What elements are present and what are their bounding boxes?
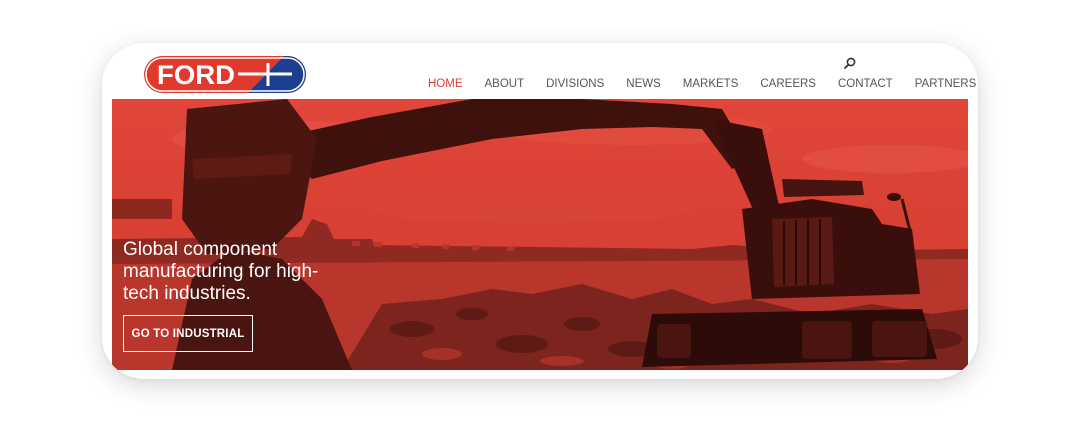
nav-home[interactable]: HOME: [428, 77, 463, 93]
site-header: FORD HOME ABOUT DIVISIONS NEWS MARKETS C…: [102, 43, 978, 99]
main-nav: HOME ABOUT DIVISIONS NEWS MARKETS CAREER…: [428, 77, 978, 93]
nav-markets[interactable]: MARKETS: [683, 77, 739, 93]
logo-text: FORD: [157, 60, 235, 90]
nav-careers[interactable]: CAREERS: [760, 77, 816, 93]
go-to-industrial-button[interactable]: GO TO INDUSTRIAL: [123, 315, 253, 352]
nav-divisions[interactable]: DIVISIONS: [546, 77, 604, 93]
nav-about[interactable]: ABOUT: [485, 77, 525, 93]
hero-headline: Global component manufacturing for high-…: [123, 239, 319, 304]
hero-banner: Global component manufacturing for high-…: [112, 99, 968, 370]
ford-logo[interactable]: FORD: [144, 56, 306, 93]
search-icon[interactable]: [844, 57, 856, 69]
nav-partners[interactable]: PARTNERS: [915, 77, 977, 93]
nav-contact[interactable]: CONTACT: [838, 77, 893, 93]
nav-news[interactable]: NEWS: [626, 77, 661, 93]
browser-frame: FORD HOME ABOUT DIVISIONS NEWS MARKETS C…: [102, 43, 978, 379]
